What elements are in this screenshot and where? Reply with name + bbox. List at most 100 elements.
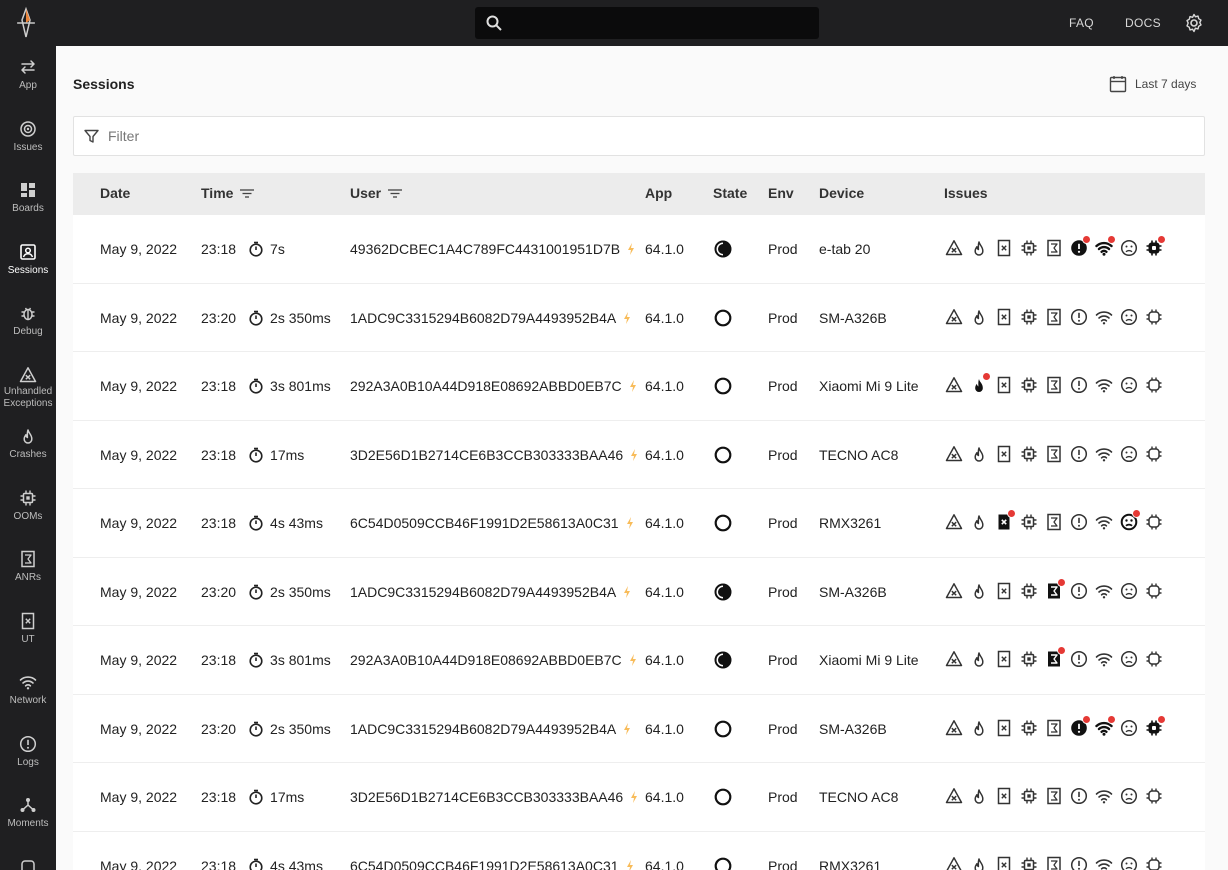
hourglass-box-icon[interactable]: [1045, 376, 1063, 394]
chip-alt-icon[interactable]: [1145, 714, 1166, 737]
warning-triangle-icon[interactable]: [945, 445, 963, 463]
flame-icon[interactable]: [970, 308, 988, 326]
sidebar-item-anrs[interactable]: ANRs: [0, 550, 56, 584]
user-id[interactable]: 6C54D0509CCB46F1991D2E58613A0C31: [350, 858, 619, 870]
warning-triangle-icon[interactable]: [945, 650, 963, 668]
alert-circle-icon[interactable]: [1070, 235, 1091, 257]
sad-face-icon[interactable]: [1120, 582, 1138, 600]
chip-alt-icon[interactable]: [1145, 445, 1163, 463]
doc-x-icon[interactable]: [995, 787, 1013, 805]
app-logo-icon[interactable]: [10, 6, 42, 40]
sidebar-item-more[interactable]: [0, 858, 56, 870]
table-row[interactable]: May 9, 2022 23:18 4s 43ms 6C54D0509CCB46…: [73, 831, 1205, 870]
alert-circle-icon[interactable]: [1070, 714, 1091, 737]
flame-icon[interactable]: [970, 239, 988, 257]
chip-icon[interactable]: [1020, 787, 1038, 805]
alert-circle-icon[interactable]: [1070, 308, 1088, 326]
flame-icon[interactable]: [970, 372, 991, 394]
sidebar-item-ooms[interactable]: OOMs: [0, 489, 56, 523]
warning-triangle-icon[interactable]: [945, 856, 963, 870]
table-row[interactable]: May 9, 2022 23:18 17ms 3D2E56D1B2714CE6B…: [73, 420, 1205, 489]
wifi-icon[interactable]: [1095, 714, 1116, 737]
column-header-time[interactable]: Time: [201, 185, 255, 201]
wifi-icon[interactable]: [1095, 376, 1113, 394]
chip-icon[interactable]: [1020, 582, 1038, 600]
doc-x-icon[interactable]: [995, 509, 1016, 531]
wifi-icon[interactable]: [1095, 235, 1116, 257]
user-id[interactable]: 1ADC9C3315294B6082D79A4493952B4A: [350, 584, 616, 600]
faq-link[interactable]: FAQ: [1069, 16, 1094, 30]
sad-face-icon[interactable]: [1120, 509, 1141, 531]
hourglass-box-icon[interactable]: [1045, 856, 1063, 870]
sidebar-item-sessions[interactable]: Sessions: [0, 243, 56, 277]
session-user[interactable]: 6C54D0509CCB46F1991D2E58613A0C31: [350, 858, 635, 870]
wifi-icon[interactable]: [1095, 582, 1113, 600]
sad-face-icon[interactable]: [1120, 239, 1138, 257]
date-range-picker[interactable]: Last 7 days: [1109, 73, 1196, 95]
doc-x-icon[interactable]: [995, 719, 1013, 737]
hourglass-box-icon[interactable]: [1045, 513, 1063, 531]
sad-face-icon[interactable]: [1120, 376, 1138, 394]
session-user[interactable]: 3D2E56D1B2714CE6B3CCB303333BAA46: [350, 789, 639, 805]
session-user[interactable]: 49362DCBEC1A4C789FC4431001951D7B: [350, 241, 636, 257]
chip-icon[interactable]: [1020, 719, 1038, 737]
global-search[interactable]: [475, 7, 819, 39]
column-header-device[interactable]: Device: [819, 185, 864, 201]
doc-x-icon[interactable]: [995, 376, 1013, 394]
alert-circle-icon[interactable]: [1070, 513, 1088, 531]
table-row[interactable]: May 9, 2022 23:18 4s 43ms 6C54D0509CCB46…: [73, 489, 1205, 558]
session-user[interactable]: 3D2E56D1B2714CE6B3CCB303333BAA46: [350, 447, 639, 463]
hourglass-box-icon[interactable]: [1045, 239, 1063, 257]
hourglass-box-icon[interactable]: [1045, 445, 1063, 463]
sidebar-item-app[interactable]: App: [0, 58, 56, 92]
sad-face-icon[interactable]: [1120, 787, 1138, 805]
chip-icon[interactable]: [1020, 239, 1038, 257]
table-row[interactable]: May 9, 2022 23:18 3s 801ms 292A3A0B10A44…: [73, 626, 1205, 695]
alert-circle-icon[interactable]: [1070, 582, 1088, 600]
sad-face-icon[interactable]: [1120, 856, 1138, 870]
sidebar-item-issues[interactable]: Issues: [0, 120, 56, 154]
user-id[interactable]: 49362DCBEC1A4C789FC4431001951D7B: [350, 241, 620, 257]
sad-face-icon[interactable]: [1120, 650, 1138, 668]
hourglass-box-icon[interactable]: [1045, 577, 1066, 600]
chip-alt-icon[interactable]: [1145, 308, 1163, 326]
chip-alt-icon[interactable]: [1145, 856, 1163, 870]
docs-link[interactable]: DOCS: [1125, 16, 1161, 30]
wifi-icon[interactable]: [1095, 787, 1113, 805]
sidebar-item-logs[interactable]: Logs: [0, 735, 56, 769]
table-row[interactable]: May 9, 2022 23:18 3s 801ms 292A3A0B10A44…: [73, 352, 1205, 421]
filter-bar[interactable]: [73, 116, 1205, 156]
alert-circle-icon[interactable]: [1070, 650, 1088, 668]
warning-triangle-icon[interactable]: [945, 239, 963, 257]
chip-icon[interactable]: [1020, 650, 1038, 668]
flame-icon[interactable]: [970, 719, 988, 737]
chip-alt-icon[interactable]: [1145, 650, 1163, 668]
chip-icon[interactable]: [1020, 445, 1038, 463]
doc-x-icon[interactable]: [995, 650, 1013, 668]
user-id[interactable]: 292A3A0B10A44D918E08692ABBD0EB7C: [350, 652, 622, 668]
chip-alt-icon[interactable]: [1145, 787, 1163, 805]
doc-x-icon[interactable]: [995, 239, 1013, 257]
alert-circle-icon[interactable]: [1070, 376, 1088, 394]
wifi-icon[interactable]: [1095, 513, 1113, 531]
sad-face-icon[interactable]: [1120, 308, 1138, 326]
filter-input[interactable]: [108, 117, 1188, 155]
wifi-icon[interactable]: [1095, 650, 1113, 668]
sort-icon[interactable]: [239, 187, 255, 199]
sad-face-icon[interactable]: [1120, 719, 1138, 737]
sort-icon[interactable]: [387, 187, 403, 199]
session-user[interactable]: 292A3A0B10A44D918E08692ABBD0EB7C: [350, 378, 638, 394]
doc-x-icon[interactable]: [995, 856, 1013, 870]
sidebar-item-unhandled-exceptions[interactable]: Unhandled Exceptions: [0, 366, 56, 410]
alert-circle-icon[interactable]: [1070, 856, 1088, 870]
column-header-app[interactable]: App: [645, 185, 672, 201]
sidebar-item-network[interactable]: Network: [0, 673, 56, 707]
doc-x-icon[interactable]: [995, 582, 1013, 600]
table-row[interactable]: May 9, 2022 23:20 2s 350ms 1ADC9C3315294…: [73, 283, 1205, 352]
chip-alt-icon[interactable]: [1145, 582, 1163, 600]
hourglass-box-icon[interactable]: [1045, 646, 1066, 668]
wifi-icon[interactable]: [1095, 308, 1113, 326]
session-user[interactable]: 6C54D0509CCB46F1991D2E58613A0C31: [350, 515, 635, 531]
session-user[interactable]: 1ADC9C3315294B6082D79A4493952B4A: [350, 584, 632, 600]
session-user[interactable]: 1ADC9C3315294B6082D79A4493952B4A: [350, 310, 632, 326]
